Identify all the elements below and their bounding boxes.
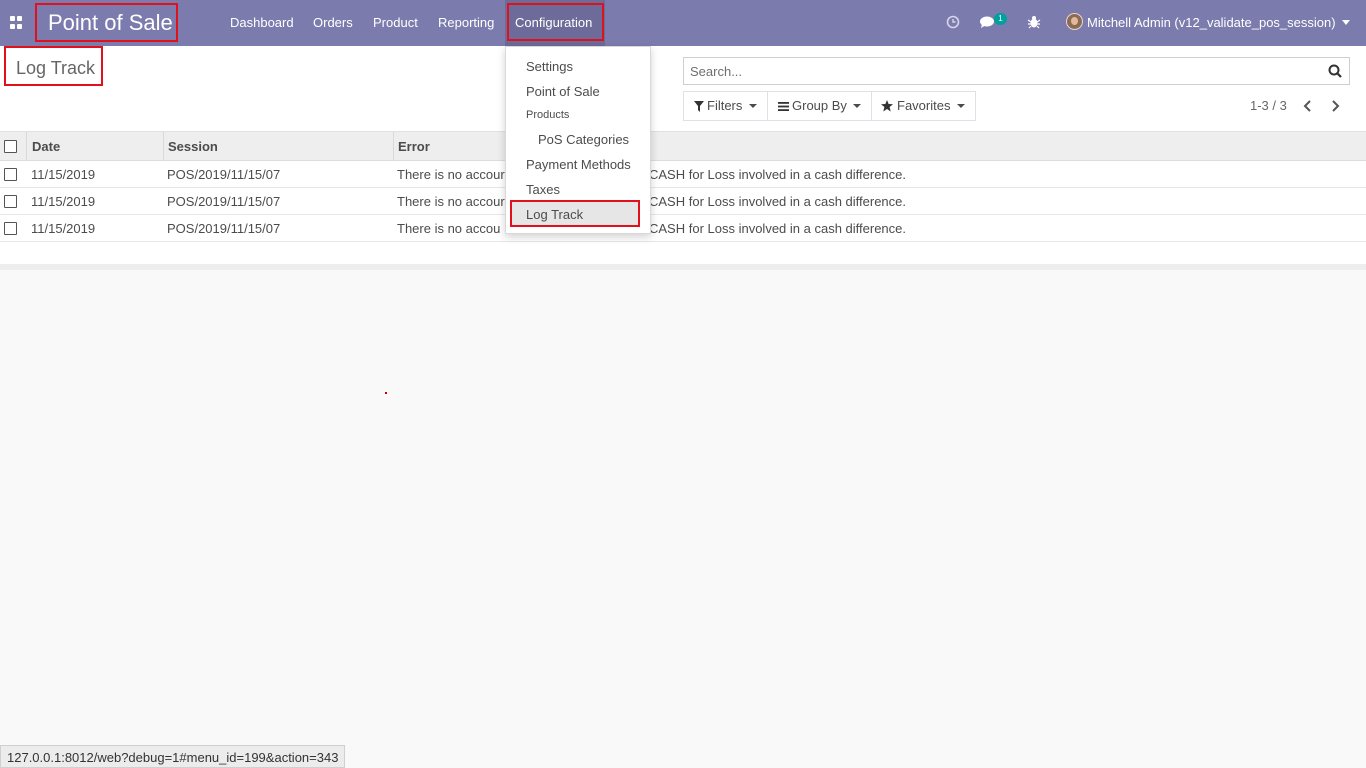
- row-checkbox[interactable]: [4, 168, 17, 181]
- search-input[interactable]: [684, 58, 1304, 84]
- column-separator: [26, 132, 27, 161]
- row-error: There is no accour: [397, 167, 505, 182]
- log-track-highlight-box: [510, 200, 640, 227]
- row-error: There is no accou: [397, 221, 501, 236]
- menu-dashboard[interactable]: Dashboard: [230, 0, 294, 46]
- status-bar-url: 127.0.0.1:8012/web?debug=1#menu_id=199&a…: [0, 745, 346, 768]
- filters-caret-icon: [749, 104, 757, 108]
- dropdown-item-point-of-sale[interactable]: Point of Sale: [526, 84, 600, 99]
- menu-orders[interactable]: Orders: [313, 0, 353, 46]
- favorites-caret-icon: [957, 104, 965, 108]
- user-avatar[interactable]: [1066, 13, 1083, 30]
- favorites-button[interactable]: Favorites: [871, 91, 976, 121]
- breadcrumb: Log Track: [16, 58, 96, 78]
- row-error-continued: CASH for Loss involved in a cash differe…: [649, 194, 907, 209]
- top-navbar: Point of Sale Dashboard Orders Product R…: [0, 0, 1366, 46]
- list-icon: [778, 102, 789, 111]
- filters-label: Filters: [707, 98, 743, 113]
- debug-bug-icon[interactable]: [1026, 14, 1042, 30]
- row-date: 11/15/2019: [31, 167, 96, 182]
- row-session: POS/2019/11/15/07: [167, 194, 281, 209]
- search-icon[interactable]: [1328, 64, 1342, 78]
- messages-icon[interactable]: [979, 14, 995, 30]
- column-separator: [163, 132, 164, 161]
- row-error-continued: CASH for Loss involved in a cash differe…: [649, 167, 907, 182]
- filter-icon: [694, 101, 704, 112]
- row-error-continued: CASH for Loss involved in a cash differe…: [649, 221, 907, 236]
- row-session: POS/2019/11/15/07: [167, 221, 281, 236]
- search-box[interactable]: [683, 57, 1350, 85]
- pager-next-icon[interactable]: [1328, 98, 1342, 114]
- star-icon: [881, 100, 893, 112]
- row-date: 11/15/2019: [31, 221, 96, 236]
- row-date: 11/15/2019: [31, 194, 96, 209]
- row-checkbox[interactable]: [4, 195, 17, 208]
- column-date-header[interactable]: Date: [32, 132, 60, 161]
- row-error: There is no accour: [397, 194, 505, 209]
- app-title[interactable]: Point of Sale: [35, 3, 178, 42]
- menu-product[interactable]: Product: [373, 0, 418, 46]
- pager-value[interactable]: 1-3 / 3: [1250, 98, 1287, 113]
- dropdown-header-products: Products: [526, 109, 570, 121]
- group-by-button[interactable]: Group By: [767, 91, 872, 121]
- row-checkbox[interactable]: [4, 222, 17, 235]
- configuration-highlight-box: [507, 3, 604, 41]
- group-by-label: Group By: [792, 98, 847, 113]
- group-by-caret-icon: [853, 104, 861, 108]
- column-session-header[interactable]: Session: [168, 132, 218, 161]
- row-session: POS/2019/11/15/07: [167, 167, 281, 182]
- dropdown-item-settings[interactable]: Settings: [526, 59, 573, 74]
- user-menu[interactable]: Mitchell Admin (v12_validate_pos_session…: [1087, 0, 1336, 46]
- column-separator: [393, 132, 394, 161]
- pager-previous-icon[interactable]: [1301, 98, 1315, 114]
- favorites-label: Favorites: [897, 98, 951, 113]
- dropdown-item-taxes[interactable]: Taxes: [526, 182, 560, 197]
- column-error-header[interactable]: Error: [398, 132, 430, 161]
- dropdown-item-payment-methods[interactable]: Payment Methods: [526, 157, 631, 172]
- select-all-checkbox[interactable]: [4, 140, 17, 153]
- activity-clock-icon[interactable]: [946, 14, 962, 30]
- user-menu-caret-icon[interactable]: [1342, 20, 1350, 25]
- table-row[interactable]: 11/15/2019 POS/2019/11/15/07 There is no…: [0, 215, 1366, 242]
- table-row[interactable]: 11/15/2019 POS/2019/11/15/07 There is no…: [0, 161, 1366, 188]
- filters-button[interactable]: Filters: [683, 91, 768, 121]
- menu-reporting[interactable]: Reporting: [438, 0, 494, 46]
- messages-count-badge: 1: [994, 13, 1007, 25]
- dropdown-item-pos-categories[interactable]: PoS Categories: [538, 132, 629, 147]
- mouse-cursor-dot: [385, 392, 387, 394]
- apps-menu-icon[interactable]: [10, 16, 23, 29]
- table-row[interactable]: 11/15/2019 POS/2019/11/15/07 There is no…: [0, 188, 1366, 215]
